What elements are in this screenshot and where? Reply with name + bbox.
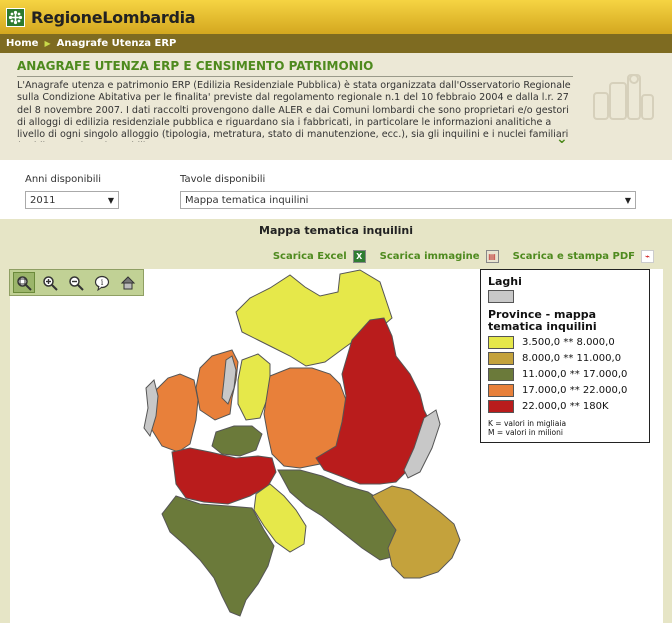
zoom-out-icon[interactable] xyxy=(65,272,87,293)
legend-swatch xyxy=(488,384,514,397)
legend-class-row: 11.000,0 ** 17.000,0 xyxy=(488,368,642,381)
zoom-box-icon[interactable] xyxy=(13,272,35,293)
legend-swatch xyxy=(488,336,514,349)
svg-text:i: i xyxy=(101,278,104,287)
province-monza[interactable] xyxy=(211,425,263,457)
map-legend: Laghi Province - mappa tematica inquilin… xyxy=(480,269,650,443)
legend-class-row: 3.500,0 ** 8.000,0 xyxy=(488,336,642,349)
home-icon[interactable] xyxy=(117,272,139,293)
legend-class-row: 8.000,0 ** 11.000,0 xyxy=(488,352,642,365)
legend-class-list: 3.500,0 ** 8.000,0 8.000,0 ** 11.000,0 1… xyxy=(488,336,642,413)
legend-swatch xyxy=(488,368,514,381)
info-icon[interactable]: i xyxy=(91,272,113,293)
legend-class-row: 17.000,0 ** 22.000,0 xyxy=(488,384,642,397)
zoom-in-icon[interactable] xyxy=(39,272,61,293)
map-toolbar: i xyxy=(9,269,144,296)
legend-note-k: K = valori in migliaia xyxy=(488,419,567,428)
legend-lakes-title: Laghi xyxy=(488,275,522,288)
legend-lakes-swatch xyxy=(488,290,514,303)
legend-provinces-title: Province - mappa tematica inquilini xyxy=(488,308,597,333)
legend-class-row: 22.000,0 ** 180K xyxy=(488,400,642,413)
legend-swatch xyxy=(488,352,514,365)
legend-swatch xyxy=(488,400,514,413)
legend-note-m: M = valori in milioni xyxy=(488,428,563,437)
province-varese[interactable] xyxy=(151,373,199,453)
